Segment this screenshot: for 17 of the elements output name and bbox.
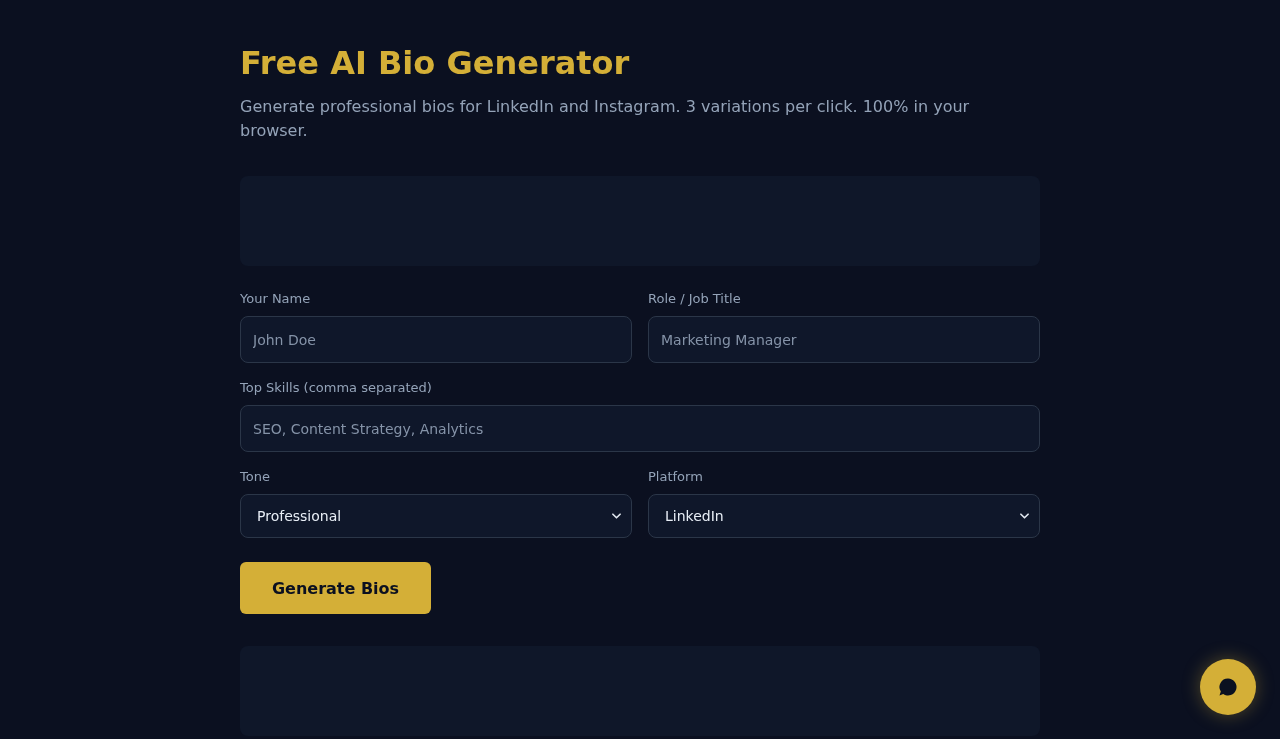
field-label: Platform	[648, 468, 703, 486]
text-input[interactable]: John Doe	[240, 316, 632, 363]
chevron-down-icon	[612, 513, 621, 519]
page-subtitle: Generate professional bios for LinkedIn and Instagram. 3 variations per click. 100% in your browser.	[240, 96, 971, 142]
field-label: Role / Job Title	[648, 290, 741, 308]
page-title: Free AI Bio Generator	[240, 44, 631, 82]
dropdown-select[interactable]: Professional	[240, 494, 632, 538]
dropdown-select[interactable]: LinkedIn	[648, 494, 1040, 538]
field-label: Tone	[240, 468, 270, 486]
field-label: Top Skills (comma separated)	[240, 379, 432, 397]
generate-button[interactable]: Generate Bios	[240, 562, 431, 614]
chevron-down-icon	[1020, 513, 1029, 519]
text-input[interactable]: SEO, Content Strategy, Analytics	[240, 405, 1040, 452]
field-label: Your Name	[240, 290, 311, 308]
chat-button[interactable]	[1200, 659, 1256, 715]
text-input[interactable]: Marketing Manager	[648, 316, 1040, 363]
chat-bubble-icon	[1218, 677, 1238, 697]
